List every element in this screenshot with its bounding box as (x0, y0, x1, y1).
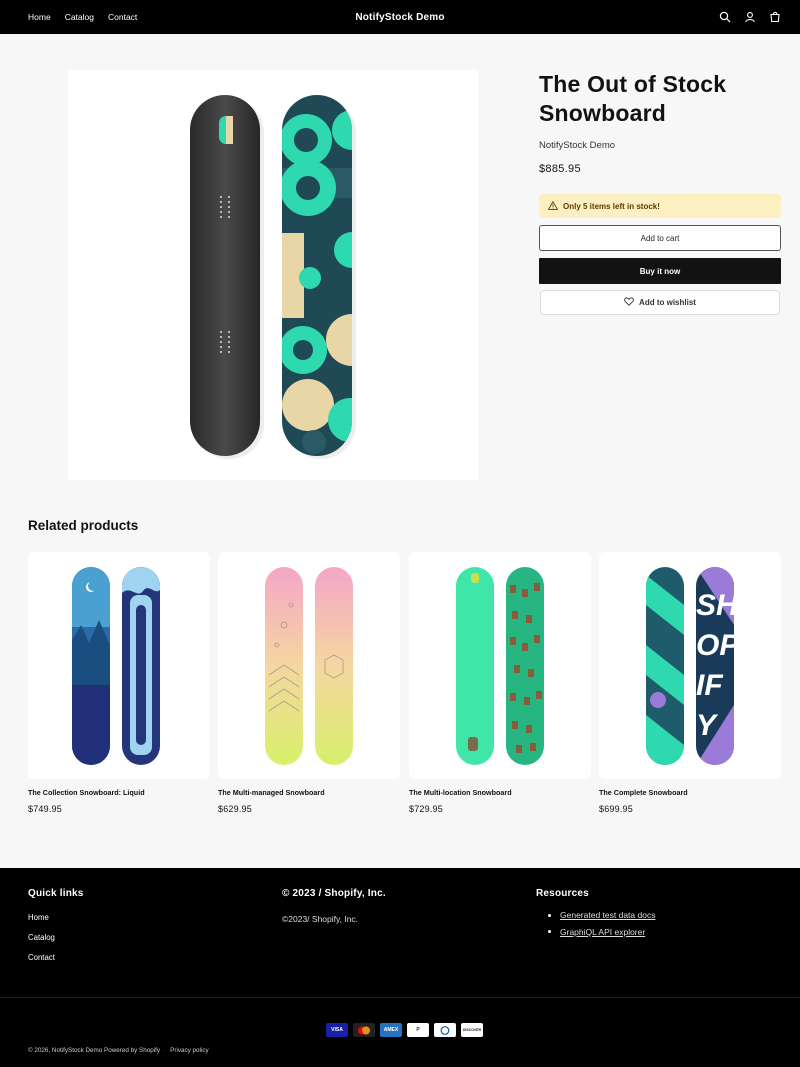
resource-link-label[interactable]: GraphiQL API explorer (560, 924, 645, 941)
footer-bottom: © 2026, NotifyStock Demo Powered by Shop… (28, 1047, 209, 1054)
related-products-heading: Related products (28, 518, 139, 533)
company-heading: © 2023 / Shopify, Inc. (282, 888, 386, 899)
cart-icon[interactable] (768, 10, 782, 24)
payment-icons: VISA AMEX P DISCOVER (326, 1023, 483, 1037)
resource-link-test-data-docs[interactable]: Generated test data docs (536, 907, 655, 924)
product-vendor: NotifyStock Demo (539, 140, 616, 151)
footer-link-catalog[interactable]: Catalog (28, 928, 84, 948)
related-product-image[interactable]: SH OP IF Y (599, 552, 781, 779)
product-image[interactable] (68, 70, 478, 480)
warning-icon (547, 200, 559, 212)
svg-text:SH: SH (696, 589, 739, 622)
stock-notice-text: Only 5 items left in stock! (563, 201, 660, 211)
resource-link-label[interactable]: Generated test data docs (560, 907, 655, 924)
related-product-price: $629.95 (218, 804, 252, 814)
company-column: © 2023 / Shopify, Inc. ©2023/ Shopify, I… (282, 888, 386, 924)
resources-heading: Resources (536, 888, 589, 899)
add-to-cart-button[interactable]: Add to cart (539, 225, 781, 251)
resource-link-graphiql[interactable]: GraphiQL API explorer (536, 924, 655, 941)
related-product-image[interactable] (218, 552, 400, 779)
store-logo[interactable]: NotifyStock Demo (0, 0, 800, 34)
footer-link-contact[interactable]: Contact (28, 948, 84, 968)
heart-icon (624, 297, 634, 308)
bullet (548, 930, 551, 934)
quick-links-heading: Quick links (28, 888, 84, 899)
related-product-title[interactable]: The Collection Snowboard: Liquid (28, 788, 210, 797)
related-product-image[interactable] (409, 552, 591, 779)
related-product-price: $729.95 (409, 804, 443, 814)
product-title: The Out of Stock Snowboard (539, 71, 727, 126)
diners-club-icon (434, 1023, 456, 1037)
amex-icon: AMEX (380, 1023, 402, 1037)
resources-column: Resources Generated test data docs Graph… (536, 888, 655, 940)
related-product-card[interactable]: The Multi-managed Snowboard $629.95 (218, 552, 400, 814)
related-product-card[interactable]: SH OP IF Y The Complete Snowboard $699.95 (599, 552, 781, 814)
snowboard-image-liquid (72, 566, 160, 765)
separator: · (164, 1047, 167, 1054)
snowboard-image-complete: SH OP IF Y (646, 566, 740, 765)
stock-notice: Only 5 items left in stock! (539, 194, 781, 218)
bullet (548, 913, 551, 917)
snowboard-image-multi-managed (265, 566, 353, 765)
related-product-card[interactable]: The Collection Snowboard: Liquid $749.95 (28, 552, 210, 814)
copyright-text: © 2026, NotifyStock Demo Powered by Shop… (28, 1047, 161, 1054)
site-header: Home Catalog Contact NotifyStock Demo (0, 0, 800, 34)
related-product-card[interactable]: The Multi-location Snowboard $729.95 (409, 552, 591, 814)
company-text: ©2023/ Shopify, Inc. (282, 914, 359, 924)
svg-text:IF: IF (696, 669, 723, 702)
related-product-title[interactable]: The Multi-managed Snowboard (218, 788, 400, 797)
resources-list: Generated test data docs GraphiQL API ex… (536, 907, 655, 940)
quick-links-column: Quick links Home Catalog Contact (28, 888, 84, 968)
related-product-title[interactable]: The Complete Snowboard (599, 788, 781, 797)
related-product-title[interactable]: The Multi-location Snowboard (409, 788, 591, 797)
search-icon[interactable] (718, 10, 732, 24)
product-price: $885.95 (539, 163, 581, 175)
svg-text:Y: Y (696, 709, 719, 742)
header-icons (718, 0, 782, 34)
quick-links-list: Home Catalog Contact (28, 908, 84, 968)
buy-it-now-button[interactable]: Buy it now (539, 258, 781, 284)
wishlist-label: Add to wishlist (639, 298, 696, 307)
snowboard-image-multi-location (456, 566, 544, 765)
related-product-price: $749.95 (28, 804, 62, 814)
svg-text:OP: OP (696, 629, 740, 662)
footer-link-home[interactable]: Home (28, 908, 84, 928)
visa-icon: VISA (326, 1023, 348, 1037)
add-to-wishlist-button[interactable]: Add to wishlist (540, 290, 780, 315)
discover-icon: DISCOVER (461, 1023, 483, 1037)
site-footer: Quick links Home Catalog Contact © 2023 … (0, 868, 800, 1067)
mastercard-icon (353, 1023, 375, 1037)
account-icon[interactable] (743, 10, 757, 24)
related-product-price: $699.95 (599, 804, 633, 814)
footer-divider (0, 997, 800, 998)
product-info: The Out of Stock Snowboard NotifyStock D… (539, 70, 781, 315)
related-product-image[interactable] (28, 552, 210, 779)
privacy-policy-link[interactable]: Privacy policy (170, 1047, 209, 1054)
paypal-icon: P (407, 1023, 429, 1037)
snowboard-pair-image (190, 95, 356, 459)
